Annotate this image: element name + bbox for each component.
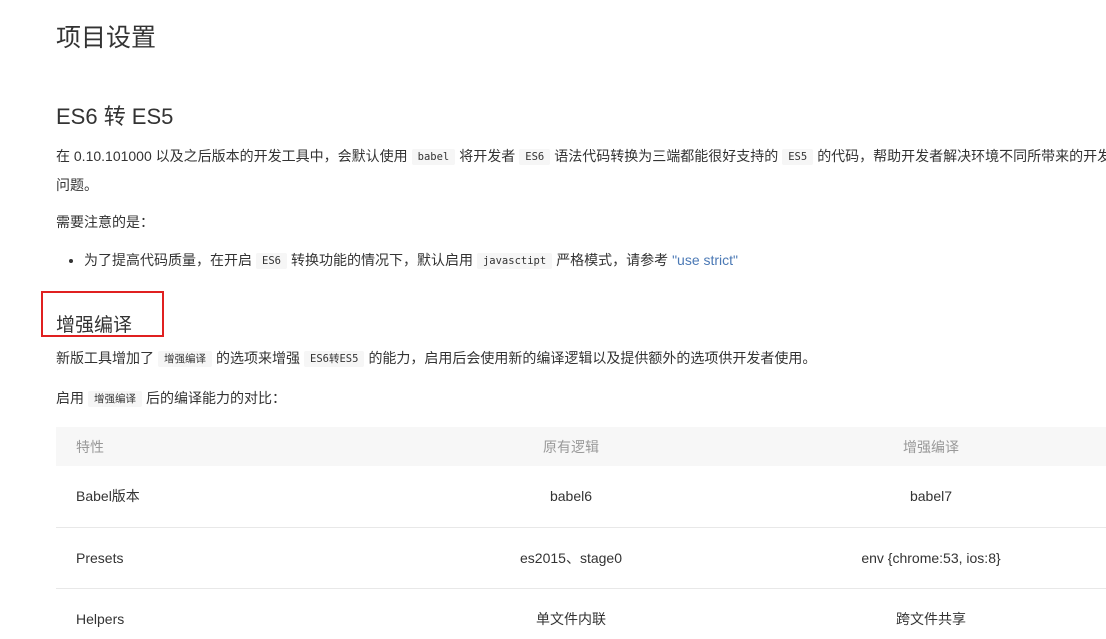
inline-code-javascript: javasctipt <box>476 253 553 269</box>
use-strict-link[interactable]: "use strict" <box>672 252 738 268</box>
list-item-text: 转换功能的情况下，默认启用 <box>290 252 473 268</box>
list-item: 为了提高代码质量，在开启ES6转换功能的情况下，默认启用javasctipt严格… <box>84 246 738 275</box>
table-cell: 单文件内联 <box>536 610 606 627</box>
table-cell: babel7 <box>909 488 953 505</box>
page-title: 项目设置 <box>56 24 157 52</box>
paragraph-text: 的能力，启用后会使用新的编译逻辑以及提供额外的选项供开发者使用。 <box>368 350 817 366</box>
es6-description-paragraph: 在 0.10.101000 以及之后版本的开发工具中，会默认使用 babel 将开发… <box>56 142 1106 199</box>
list-item-text: 为了提高代码质量，在开启 <box>84 252 252 268</box>
inline-code-enhanced-compile: 增强编译 <box>158 351 212 367</box>
table-header-row: 特性 原有逻辑 增强编译 <box>56 427 1106 466</box>
section-title-enhanced-compile: 增强编译 <box>56 315 133 336</box>
comparison-intro: 启用 增强编译 后的编译能力的对比： <box>56 384 286 413</box>
inline-code-es6-to-es5: ES6转ES5 <box>304 351 365 367</box>
paragraph-text: 将开发者 <box>459 148 516 164</box>
column-header-enhanced: 增强编译 <box>903 438 959 455</box>
paragraph-text: 启用 <box>56 390 84 406</box>
list-item-text: 严格模式，请参考 <box>556 252 669 268</box>
table-cell: Babel版本 <box>76 488 140 505</box>
inline-code-es6: ES6 <box>519 149 551 165</box>
enhanced-compile-description: 新版工具增加了 增强编译 的选项来增强 ES6转ES5 的能力，启用后会使用新的编译逻辑… <box>56 344 816 373</box>
inline-code-es6: ES6 <box>256 253 287 269</box>
table-row: Babel版本 babel6 babel7 <box>56 466 1106 527</box>
table-cell: babel6 <box>549 488 593 505</box>
paragraph-text: 在 0.10.101000 以及之后版本的开发工具中，会默认使用 <box>56 148 408 164</box>
table-cell: Presets <box>76 549 124 566</box>
column-header-original: 原有逻辑 <box>543 438 599 455</box>
doc-page: 项目设置 ES6 转 ES5 在 0.10.101000 以及之后版本的开发工具… <box>0 0 1106 639</box>
paragraph-text: 语法代码转换为三端都能很好支持的 <box>554 148 779 164</box>
note-label: 需要注意的是： <box>56 214 154 230</box>
table-cell: env {chrome:53, ios:8} <box>861 549 1001 566</box>
table-cell: 跨文件共享 <box>896 610 966 627</box>
table-cell: es2015、stage0 <box>520 549 622 566</box>
comparison-table: 特性 原有逻辑 增强编译 Babel版本 babel6 babel7 Prese… <box>56 427 1106 639</box>
section-title-es6-to-es5: ES6 转 ES5 <box>56 104 174 129</box>
table-cell: Helpers <box>76 610 125 627</box>
notes-list: 为了提高代码质量，在开启ES6转换功能的情况下，默认启用javasctipt严格… <box>56 246 738 275</box>
inline-code-babel: babel <box>411 149 456 165</box>
inline-code-es5: ES5 <box>782 149 814 165</box>
paragraph-text: 新版工具增加了 <box>56 350 154 366</box>
inline-code-enhanced-compile: 增强编译 <box>88 391 142 407</box>
column-header-feature: 特性 <box>76 438 104 455</box>
table-row: Presets es2015、stage0 env {chrome:53, io… <box>56 527 1106 588</box>
paragraph-text: 后的编译能力的对比： <box>146 390 286 406</box>
table-row: Helpers 单文件内联 跨文件共享 <box>56 588 1106 639</box>
paragraph-text: 的选项来增强 <box>216 350 300 366</box>
